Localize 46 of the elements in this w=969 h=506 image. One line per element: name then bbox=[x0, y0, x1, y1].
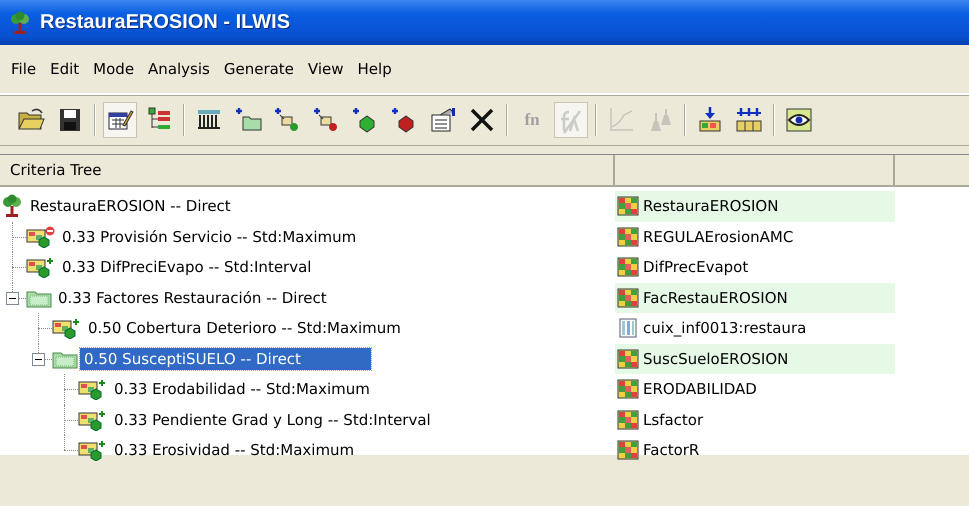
tree-item[interactable]: 0.33 Erodabilidad -- Std:Maximum bbox=[110, 378, 374, 400]
output-name: FacRestauEROSION bbox=[643, 288, 788, 307]
output-name: RestauraEROSION bbox=[643, 197, 778, 216]
tree-item[interactable]: 0.33 Pendiente Grad y Long -- Std:Interval bbox=[110, 408, 435, 431]
map-plus-icon bbox=[78, 378, 108, 400]
collapse-toggle[interactable] bbox=[32, 352, 45, 366]
tree-icon bbox=[0, 194, 24, 218]
tree-item[interactable]: 0.33 Erosividad -- Std:Maximum bbox=[110, 439, 358, 462]
menu-item[interactable]: Mode bbox=[86, 56, 142, 82]
output-name: FactorR bbox=[643, 441, 700, 460]
menu-item[interactable]: View bbox=[300, 56, 351, 82]
output-name: Lsfactor bbox=[643, 410, 704, 429]
tree-item[interactable]: RestauraEROSION -- Direct bbox=[26, 195, 235, 218]
menu-item[interactable]: Help bbox=[350, 56, 399, 82]
map-plus-icon bbox=[26, 256, 56, 278]
output-name: SuscSueloEROSION bbox=[643, 350, 788, 368]
map-icon bbox=[617, 379, 639, 400]
tree-item[interactable]: 0.50 SusceptiSUELO -- Direct bbox=[80, 348, 371, 370]
window-title: RestauraEROSION - ILWIS bbox=[40, 11, 290, 34]
tree-item[interactable]: 0.33 DifPreciEvapo -- Std:Interval bbox=[58, 256, 316, 278]
map-icon bbox=[617, 257, 639, 278]
map-plus-icon bbox=[52, 317, 82, 340]
edit-mode-icon[interactable] bbox=[103, 102, 137, 138]
collapse-toggle[interactable] bbox=[6, 292, 19, 305]
tree-item[interactable]: 0.50 Cobertura Deterioro -- Std:Maximum bbox=[84, 317, 405, 340]
menu-item[interactable]: Generate bbox=[216, 56, 301, 82]
tree-icon bbox=[8, 10, 32, 34]
map-plus-icon bbox=[78, 439, 108, 462]
map-icon bbox=[617, 226, 639, 247]
map-icon bbox=[617, 440, 639, 460]
tree-item[interactable]: 0.33 Provisión Servicio -- Std:Maximum bbox=[58, 226, 360, 248]
output-name: DifPrecEvapot bbox=[643, 258, 748, 276]
map-icon bbox=[617, 410, 639, 430]
tree-item[interactable]: 0.33 Factores Restauración -- Direct bbox=[54, 286, 331, 309]
menu-item[interactable]: File bbox=[4, 56, 44, 82]
table-icon bbox=[617, 318, 639, 338]
map-plus-icon bbox=[78, 408, 108, 431]
output-name: cuix_inf0013:restaura bbox=[643, 319, 806, 338]
map-icon bbox=[617, 288, 639, 308]
output-name: ERODABILIDAD bbox=[643, 380, 757, 398]
map-icon bbox=[617, 348, 639, 369]
map-icon bbox=[617, 196, 639, 216]
output-name: REGULAErosionAMC bbox=[643, 228, 794, 246]
map-minus-icon bbox=[26, 226, 56, 248]
menu-item[interactable]: Edit bbox=[43, 56, 86, 82]
menu-item[interactable]: Analysis bbox=[141, 56, 217, 82]
